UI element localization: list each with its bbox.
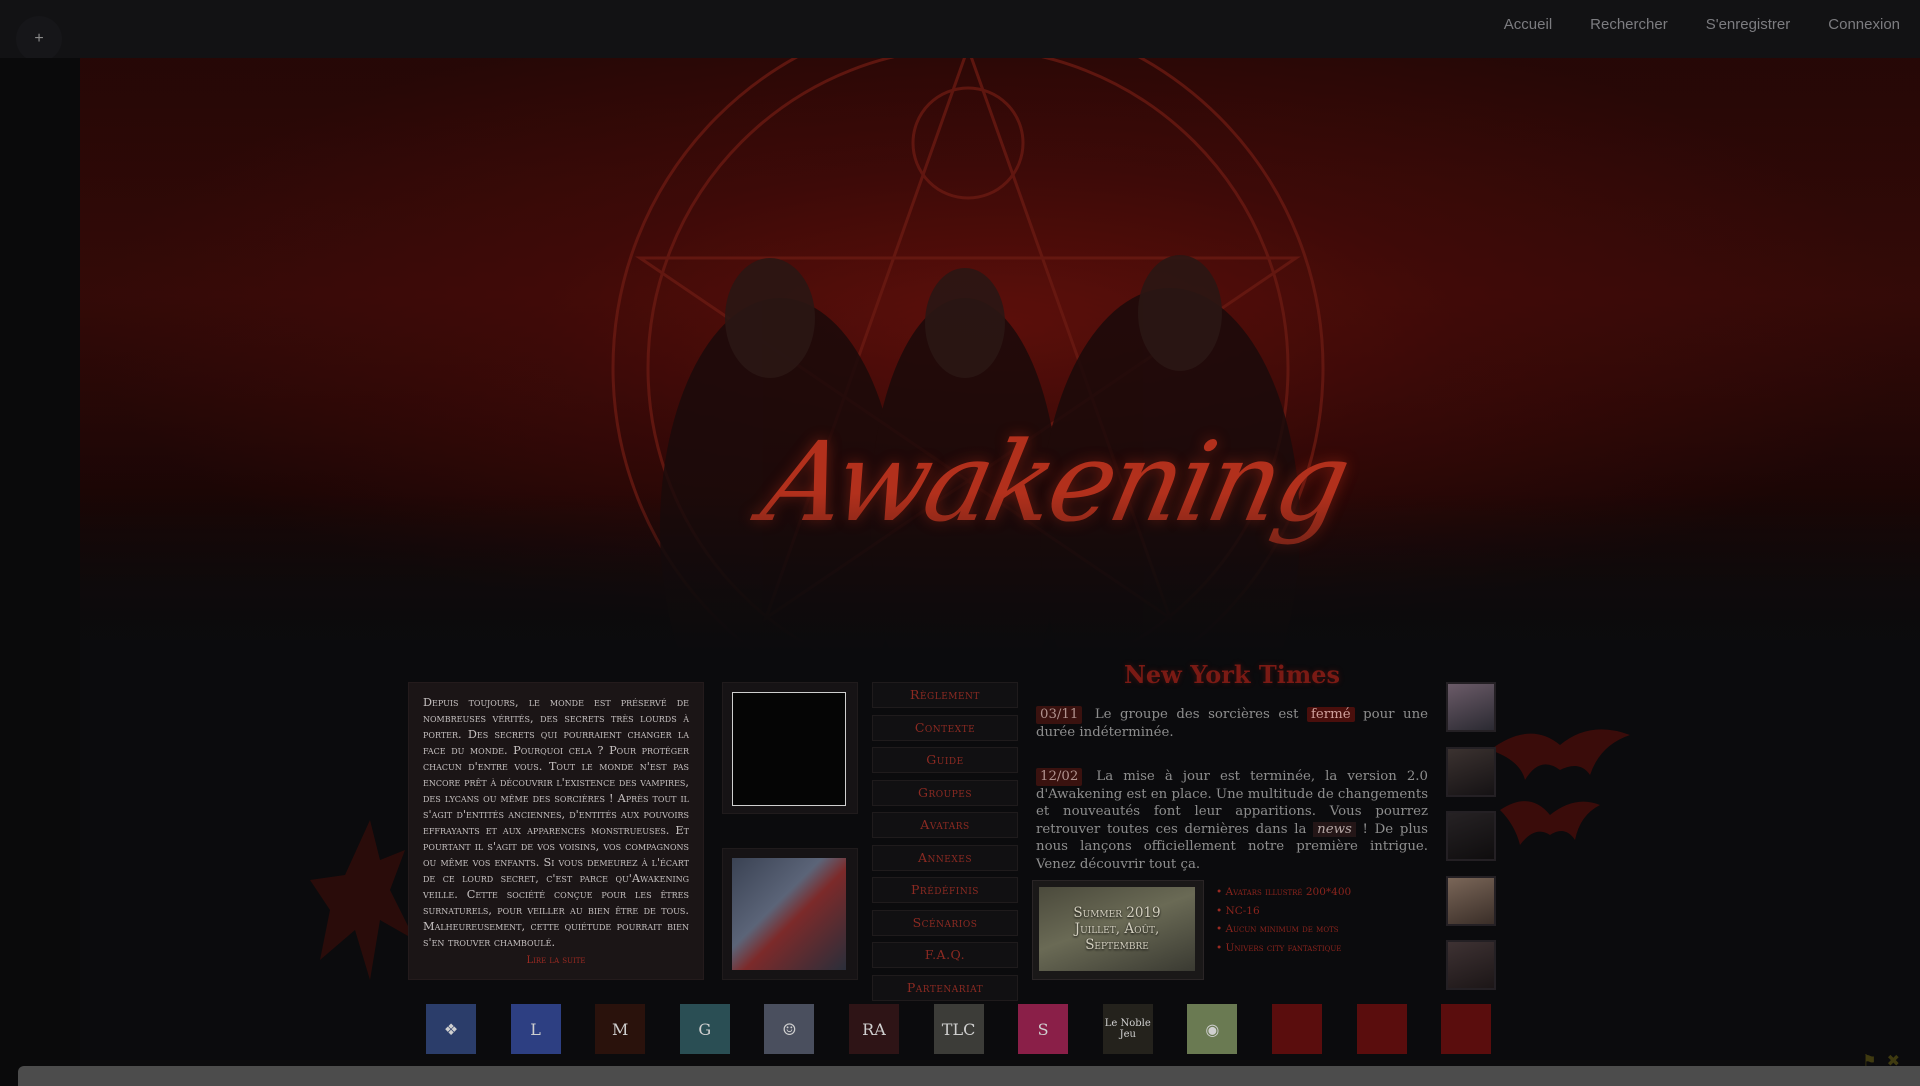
top-navigation-bar: + Accueil Rechercher S'enregistrer Conne… — [0, 0, 1920, 62]
partner-button[interactable]: ☺ — [764, 1004, 815, 1054]
season-line: Summer 2019 — [1073, 905, 1161, 921]
menu-contexte[interactable]: Contexte — [872, 714, 1018, 741]
season-line: Septembre — [1085, 937, 1149, 953]
avatar[interactable] — [1446, 746, 1496, 797]
nav-accueil-link[interactable]: Accueil — [1504, 16, 1552, 33]
partner-buttons: ❖ L M G ☺ RA TLC S Le Noble Jeu ◉ — [426, 1004, 1526, 1054]
news-text: Le groupe des sorcières est — [1094, 707, 1299, 722]
avatar[interactable] — [1446, 940, 1496, 990]
forum-menu: Règlement Contexte Guide Groupes Avatars… — [872, 682, 1018, 1007]
feature-item: NC-16 — [1216, 905, 1396, 917]
feature-item: Avatars illustré 200*400 — [1216, 886, 1396, 898]
menu-groupes[interactable]: Groupes — [872, 779, 1018, 806]
avatar[interactable] — [1446, 875, 1496, 926]
status-badge: fermé — [1306, 707, 1355, 722]
nav-login-link[interactable]: Connexion — [1828, 16, 1900, 33]
left-bat-decoration — [310, 820, 415, 980]
avatar[interactable] — [1446, 682, 1496, 732]
season-image: Summer 2019 Juillet, Août, Septembre — [1039, 887, 1195, 971]
intro-text: Depuis toujours, le monde est préservé d… — [423, 696, 689, 949]
plus-button[interactable]: + — [16, 16, 62, 62]
menu-partenariat[interactable]: Partenariat — [872, 974, 1018, 1001]
partner-button[interactable]: ❖ — [426, 1004, 476, 1054]
partner-button[interactable]: G — [679, 1004, 730, 1054]
read-more-link[interactable]: Lire la suite — [423, 955, 689, 966]
partner-button[interactable] — [1356, 1004, 1407, 1054]
partner-button[interactable]: TLC — [933, 1004, 984, 1054]
featured-avatars — [1446, 682, 1498, 1005]
hero-fade — [80, 493, 1920, 653]
partner-button[interactable] — [1271, 1004, 1322, 1054]
featured-artwork — [732, 858, 846, 970]
media-box-bottom — [722, 848, 858, 980]
top-nav-links: Accueil Rechercher S'enregistrer Connexi… — [1504, 16, 1920, 33]
menu-reglement[interactable]: Règlement — [872, 682, 1018, 708]
menu-guide[interactable]: Guide — [872, 747, 1018, 773]
bottom-toolbar — [18, 1066, 1920, 1086]
menu-scenarios[interactable]: Scénarios — [872, 909, 1018, 936]
left-rail — [0, 58, 80, 1080]
news-item: 03/11 Le groupe des sorcières est fermé … — [1036, 706, 1428, 741]
media-box-top — [722, 682, 858, 814]
partner-button[interactable]: ◉ — [1187, 1004, 1238, 1054]
partner-button[interactable]: RA — [848, 1004, 899, 1054]
partner-button[interactable]: S — [1018, 1004, 1069, 1054]
nav-rechercher-link[interactable]: Rechercher — [1590, 16, 1668, 33]
season-line: Juillet, Août, — [1074, 921, 1160, 937]
partner-button[interactable]: L — [510, 1004, 561, 1054]
partner-button[interactable]: Le Noble Jeu — [1102, 1004, 1153, 1054]
feature-item: Aucun minimum de mots — [1216, 923, 1396, 935]
intro-box: Depuis toujours, le monde est préservé d… — [408, 682, 704, 980]
menu-faq[interactable]: F.A.Q. — [872, 942, 1018, 968]
news-link[interactable]: news — [1313, 821, 1356, 837]
avatar[interactable] — [1446, 811, 1496, 861]
image-placeholder — [732, 692, 846, 806]
news-item: 12/02 La mise à jour est terminée, la ve… — [1036, 768, 1428, 873]
news-title: New York Times — [1123, 660, 1341, 689]
partner-button[interactable] — [1441, 1004, 1492, 1054]
menu-annexes[interactable]: Annexes — [872, 844, 1018, 871]
menu-predefinis[interactable]: Prédéfinis — [872, 877, 1018, 903]
right-bat-decoration — [1490, 729, 1630, 845]
forum-features-list: Avatars illustré 200*400 NC-16 Aucun min… — [1216, 886, 1396, 960]
partner-button[interactable]: M — [595, 1004, 646, 1054]
news-date: 03/11 — [1036, 706, 1083, 724]
season-box: Summer 2019 Juillet, Août, Septembre — [1032, 880, 1204, 980]
feature-item: Univers city fantastique — [1216, 942, 1396, 954]
hero-banner: Awakening — [80, 58, 1920, 653]
nav-register-link[interactable]: S'enregistrer — [1706, 16, 1791, 33]
news-date: 12/02 — [1036, 768, 1083, 786]
menu-avatars[interactable]: Avatars — [872, 812, 1018, 838]
